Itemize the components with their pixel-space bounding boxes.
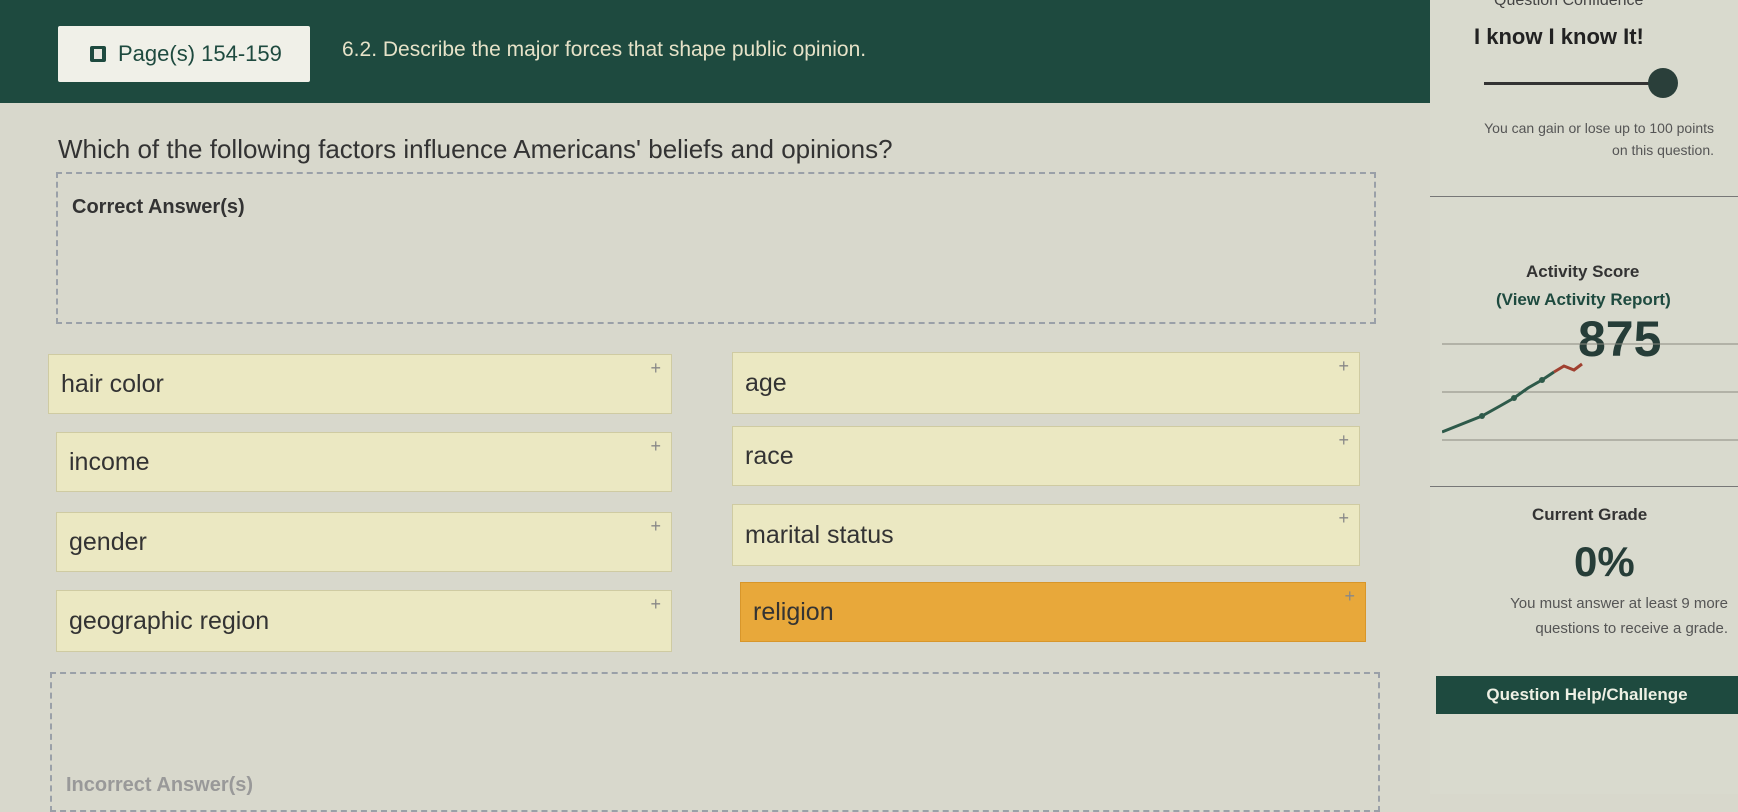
answer-option-label: hair color [61,369,164,398]
page-reference-button[interactable]: Page(s) 154-159 [58,26,310,82]
drag-handle-icon: + [650,594,661,614]
answer-option-religion[interactable]: religion + [740,582,1366,642]
confidence-slider-handle[interactable] [1648,68,1678,98]
answer-option-label: race [745,441,794,470]
drag-handle-icon: + [650,436,661,456]
drag-handle-icon: + [1344,586,1355,606]
activity-score-title: Activity Score [1526,262,1640,281]
correct-answers-dropzone[interactable]: Correct Answer(s) [56,172,1376,324]
current-grade-title: Current Grade [1532,505,1648,524]
answer-option-label: religion [753,597,834,626]
answer-option-income[interactable]: income + [56,432,672,492]
question-text: Which of the following factors influence… [58,134,893,164]
answer-option-marital-status[interactable]: marital status + [732,504,1360,566]
divider [1430,486,1738,487]
incorrect-answers-dropzone[interactable]: Incorrect Answer(s) [50,672,1380,812]
drag-handle-icon: + [1338,508,1349,528]
answer-option-geographic-region[interactable]: geographic region + [56,590,672,652]
confidence-slider-track[interactable] [1484,82,1654,85]
view-activity-report-link[interactable]: (View Activity Report) [1496,290,1671,310]
answer-option-label: gender [69,527,147,556]
answer-option-label: marital status [745,520,894,549]
answer-option-gender[interactable]: gender + [56,512,672,572]
points-note: You can gain or lose up to 100 points on… [1484,120,1714,158]
question-help-button[interactable]: Question Help/Challenge [1436,676,1738,714]
answer-option-label: geographic region [69,606,270,635]
drag-handle-icon: + [650,358,661,378]
grade-note: You must answer at least 9 more question… [1510,595,1728,637]
drag-handle-icon: + [1338,356,1349,376]
current-grade-value: 0% [1574,538,1635,585]
learning-objective: 6.2. Describe the major forces that shap… [342,38,867,61]
book-icon [90,46,106,62]
answer-option-label: income [69,447,150,476]
drag-handle-icon: + [1338,430,1349,450]
confidence-heading: Question Confidence [1494,0,1644,9]
answer-option-label: age [745,368,787,397]
divider [1430,196,1738,197]
score-trend-chart [1442,343,1738,441]
confidence-level-label: I know I know It! [1474,24,1644,49]
page-reference-label: Page(s) 154-159 [118,41,282,66]
answer-option-hair-color[interactable]: hair color + [48,354,672,414]
drag-handle-icon: + [650,516,661,536]
answer-option-race[interactable]: race + [732,426,1360,486]
answer-option-age[interactable]: age + [732,352,1360,414]
correct-answers-label: Correct Answer(s) [72,196,245,218]
